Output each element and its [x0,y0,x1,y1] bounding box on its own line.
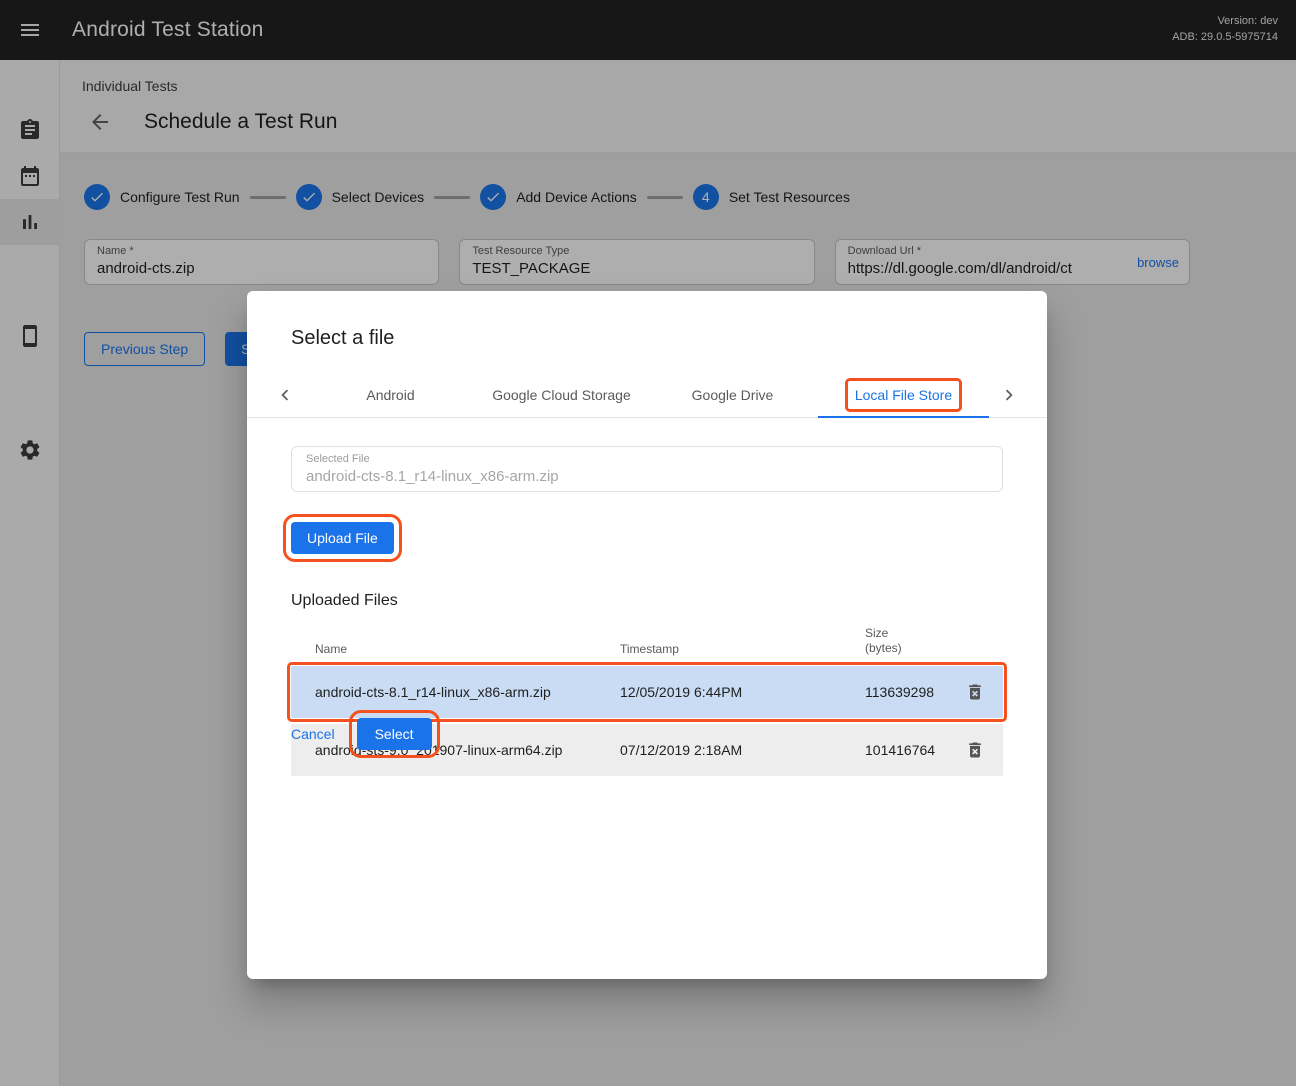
size-cell: 101416764 [865,742,947,758]
field-label: Selected File [306,453,988,465]
file-source-tabs: Android Google Cloud Storage Google Driv… [247,372,1047,418]
tab-label: Local File Store [848,381,959,409]
uploaded-files-title: Uploaded Files [291,592,1003,610]
column-header-name: Name [291,642,620,656]
delete-file-icon[interactable] [957,732,993,768]
selected-file-field[interactable]: Selected File android-cts-8.1_r14-linux_… [291,446,1003,492]
tab-google-drive[interactable]: Google Drive [647,372,818,417]
uploaded-files-table: Name Timestamp Size (bytes) android-cts-… [291,618,1003,776]
column-header-timestamp: Timestamp [620,642,865,656]
tab-android[interactable]: Android [305,372,476,417]
dialog-body: Selected File android-cts-8.1_r14-linux_… [247,446,1047,776]
column-header-size: Size (bytes) [865,626,947,656]
timestamp-cell: 12/05/2019 6:44PM [620,684,865,700]
table-header: Name Timestamp Size (bytes) [291,618,1003,666]
field-value: android-cts-8.1_r14-linux_x86-arm.zip [306,468,988,485]
tab-local-file-store[interactable]: Local File Store [818,372,989,417]
dialog-title: Select a file [291,327,1003,350]
tabs-scroll-right-icon[interactable] [989,372,1029,417]
upload-file-button[interactable]: Upload File [291,522,394,554]
select-file-dialog: Select a file Android Google Cloud Stora… [247,291,1047,979]
tabs-scroll-left-icon[interactable] [265,372,305,417]
cancel-button[interactable]: Cancel [291,726,335,742]
select-button[interactable]: Select [357,718,432,750]
tab-label: Android [359,381,421,409]
table-row[interactable]: android-cts-8.1_r14-linux_x86-arm.zip 12… [291,666,1003,718]
tab-label: Google Cloud Storage [485,381,638,409]
tab-label: Google Drive [685,381,781,409]
delete-file-icon[interactable] [957,674,993,710]
size-cell: 113639298 [865,684,947,700]
tab-google-cloud-storage[interactable]: Google Cloud Storage [476,372,647,417]
file-name-cell: android-cts-8.1_r14-linux_x86-arm.zip [291,684,620,700]
timestamp-cell: 07/12/2019 2:18AM [620,742,865,758]
dialog-actions: Cancel Select [291,718,432,750]
